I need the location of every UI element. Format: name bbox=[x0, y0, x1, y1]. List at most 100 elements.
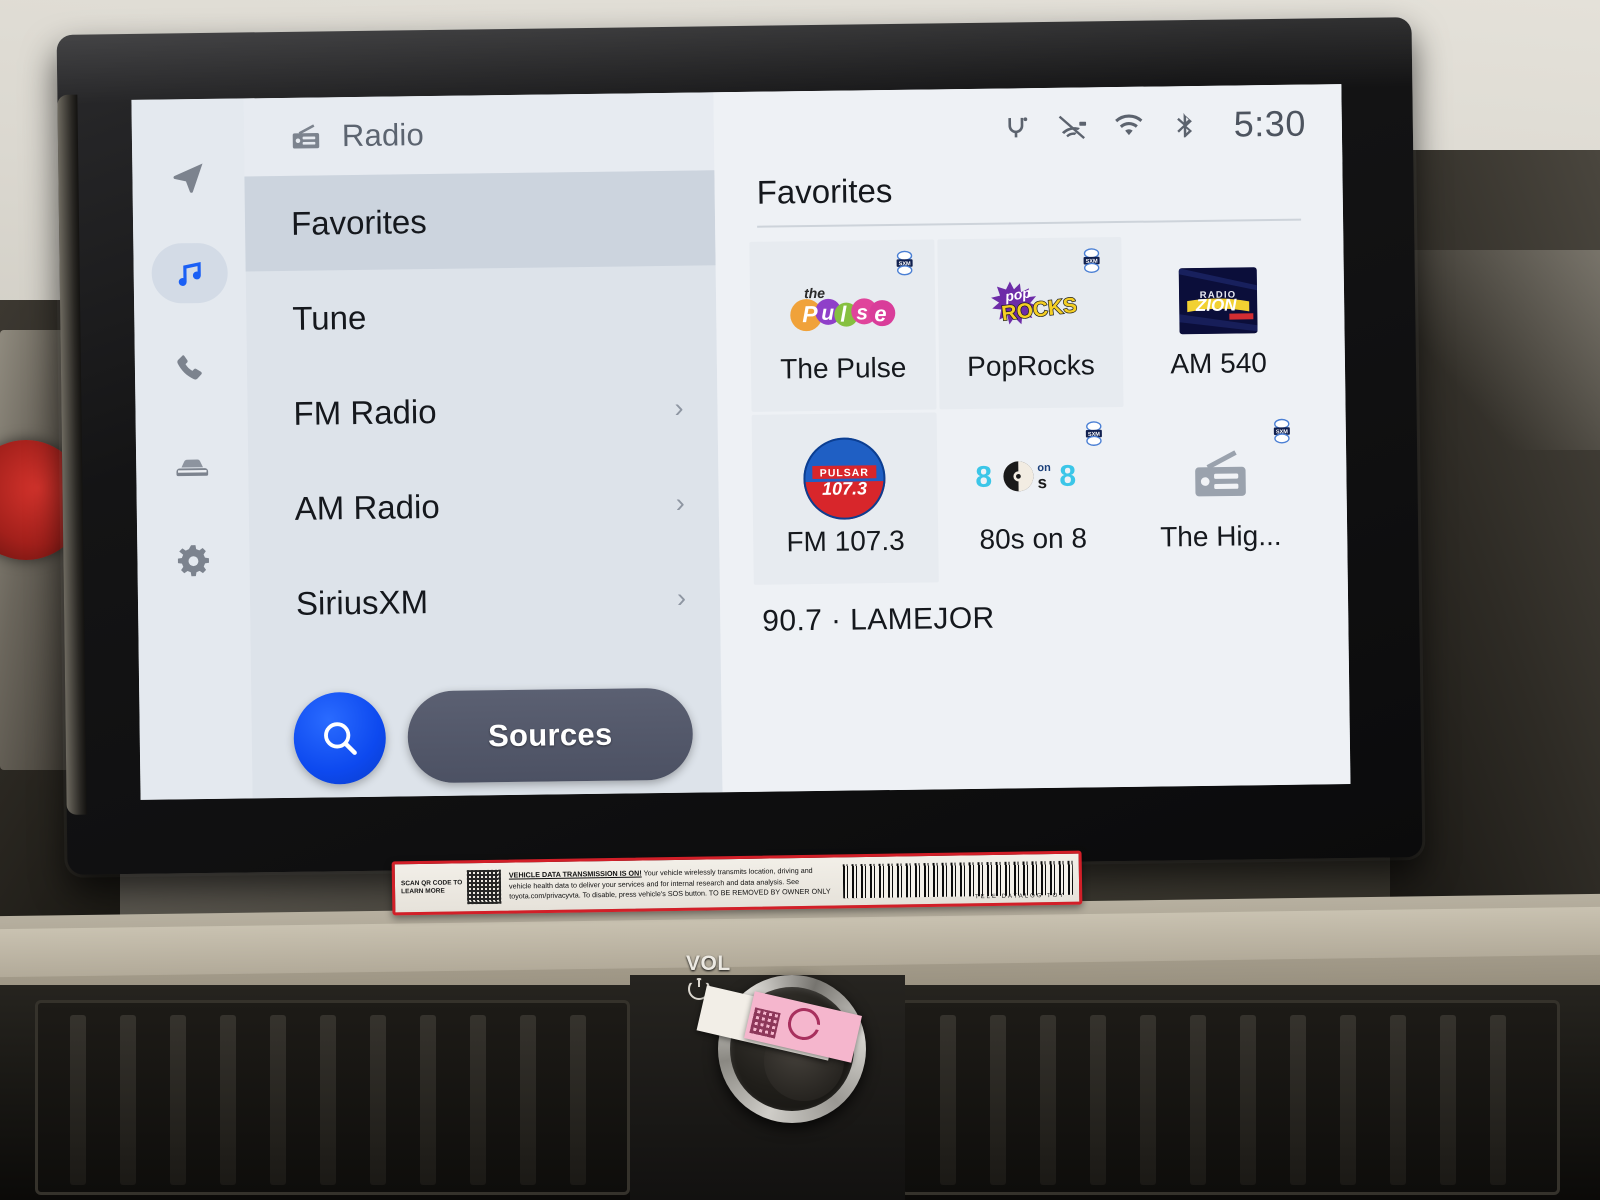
sidebar-item-phone[interactable] bbox=[153, 339, 230, 400]
vent-slat bbox=[220, 1015, 236, 1185]
siriusxm-badge-icon: SXM bbox=[1083, 247, 1100, 273]
right-dash-highlight bbox=[1400, 250, 1600, 450]
menu-item-am-radio[interactable]: AM Radio › bbox=[248, 455, 719, 556]
search-icon bbox=[324, 722, 357, 755]
vent-slat bbox=[940, 1015, 956, 1185]
vent-slat bbox=[370, 1015, 386, 1185]
favorites-panel: 5:30 Favorites SXM the P u l s e The Pul… bbox=[713, 84, 1351, 793]
vent-slat bbox=[120, 1015, 136, 1185]
vent-slat bbox=[1040, 1015, 1056, 1185]
radio-menu-panel: Radio Favorites Tune FM Radio › AM Radio… bbox=[243, 92, 723, 799]
sources-button[interactable]: Sources bbox=[407, 687, 694, 784]
bluetooth-icon bbox=[1177, 112, 1192, 138]
svg-text:8: 8 bbox=[1059, 459, 1076, 492]
app-rail bbox=[131, 98, 253, 800]
now-playing-station: 90.7 · LAMEJOR bbox=[762, 601, 995, 638]
pulsar-1073-logo: PULSAR 107.3 bbox=[803, 436, 887, 520]
chevron-right-icon: › bbox=[675, 487, 685, 518]
80s-on-8-logo: 8 on s 8 bbox=[975, 459, 1076, 493]
the-pulse-logo: the P u l s e bbox=[790, 284, 896, 331]
menu-bottom-bar: Sources bbox=[251, 674, 723, 798]
sidebar-item-navigation[interactable] bbox=[150, 147, 227, 208]
favorite-tile[interactable]: SXM 8 on s 8 80s on 8 bbox=[939, 409, 1127, 582]
siriusxm-badge-icon: SXM bbox=[896, 250, 913, 275]
favorites-grid: SXM the P u l s e The Pulse SXM pop ROCK… bbox=[715, 220, 1348, 585]
vent-slat bbox=[1340, 1015, 1356, 1185]
svg-text:8: 8 bbox=[975, 460, 992, 493]
gear-icon bbox=[177, 545, 209, 577]
favorite-tile-label: FM 107.3 bbox=[786, 524, 905, 557]
vent-slat bbox=[170, 1015, 186, 1185]
sticker-scan-text: SCAN QR CODE TO LEARN MORE bbox=[400, 879, 463, 896]
panel-title: Radio bbox=[341, 117, 425, 154]
menu-item-label: FM Radio bbox=[293, 392, 437, 432]
station-logo: PULSAR 107.3 bbox=[803, 436, 887, 520]
sidebar-item-media[interactable] bbox=[151, 242, 229, 304]
sticker-headline: VEHICLE DATA TRANSMISSION IS ON! bbox=[508, 868, 642, 880]
vent-slat bbox=[470, 1015, 486, 1185]
infotainment-screen[interactable]: Radio Favorites Tune FM Radio › AM Radio… bbox=[131, 84, 1351, 800]
favorite-tile[interactable]: SXM the P u l s e The Pulse bbox=[749, 238, 937, 412]
status-bar: 5:30 bbox=[713, 84, 1343, 171]
vent-slat bbox=[1240, 1015, 1256, 1185]
favorites-title-wrap: Favorites bbox=[714, 162, 1342, 212]
vent-slat bbox=[1490, 1015, 1506, 1185]
menu-item-tune[interactable]: Tune bbox=[246, 265, 717, 366]
svg-text:s: s bbox=[1037, 472, 1047, 491]
favorite-tile-label: The Hig... bbox=[1159, 519, 1282, 552]
qi-wireless-charging-icon bbox=[1008, 117, 1028, 138]
sticker-qr-code-icon bbox=[466, 869, 502, 905]
car-icon bbox=[176, 459, 209, 477]
wifi-icon bbox=[1115, 114, 1143, 136]
sidebar-item-settings[interactable] bbox=[155, 531, 232, 592]
sidebar-item-vehicle[interactable] bbox=[154, 435, 231, 496]
svg-text:ZION: ZION bbox=[1194, 295, 1237, 315]
vent-slat bbox=[270, 1015, 286, 1185]
menu-item-siriusxm[interactable]: SiriusXM › bbox=[249, 550, 720, 651]
favorite-tile-label: PopRocks bbox=[966, 348, 1095, 382]
navigation-arrow-icon bbox=[173, 163, 203, 193]
svg-text:P: P bbox=[802, 300, 818, 326]
sticker-footer: TO BE REMOVED BY OWNER ONLY bbox=[708, 886, 831, 898]
favorite-tile-label: AM 540 bbox=[1170, 346, 1268, 379]
vent-slat bbox=[990, 1015, 1006, 1185]
svg-text:e: e bbox=[874, 301, 887, 326]
vehicle-data-sticker: SCAN QR CODE TO LEARN MORE VEHICLE DATA … bbox=[391, 850, 1083, 916]
clock: 5:30 bbox=[1233, 102, 1307, 145]
vent-slat bbox=[1190, 1015, 1206, 1185]
menu-item-favorites[interactable]: Favorites bbox=[244, 170, 716, 272]
infotainment-bezel: Radio Favorites Tune FM Radio › AM Radio… bbox=[56, 17, 1423, 875]
generic-radio-logo bbox=[1194, 449, 1246, 496]
sources-button-label: Sources bbox=[487, 716, 613, 754]
svg-text:the: the bbox=[804, 284, 825, 300]
favorite-tile[interactable]: PULSAR 107.3 FM 107.3 bbox=[751, 411, 939, 585]
vent-slat bbox=[1290, 1015, 1306, 1185]
siriusxm-badge-icon: SXM bbox=[1273, 418, 1290, 443]
chevron-right-icon: › bbox=[676, 582, 687, 613]
favorite-tile[interactable]: SXM The Hig... bbox=[1126, 407, 1314, 580]
radio-zion-logo: RADIO ZION bbox=[1178, 266, 1258, 334]
music-note-icon bbox=[178, 261, 201, 286]
connected-services-off-icon bbox=[1058, 115, 1086, 139]
station-logo bbox=[1189, 436, 1252, 511]
favorites-title: Favorites bbox=[756, 171, 893, 211]
menu-item-label: SiriusXM bbox=[295, 582, 429, 622]
svg-text:u: u bbox=[821, 301, 834, 324]
menu-item-label: Tune bbox=[292, 298, 367, 337]
chevron-right-icon: › bbox=[674, 392, 684, 423]
favorite-tile[interactable]: SXM pop ROCKS PopRocks bbox=[936, 236, 1124, 409]
station-logo: RADIO ZION bbox=[1178, 263, 1258, 338]
vent-slat bbox=[1140, 1015, 1156, 1185]
search-button[interactable] bbox=[293, 691, 387, 785]
svg-text:107.3: 107.3 bbox=[822, 478, 867, 499]
siriusxm-badge-icon: SXM bbox=[1086, 420, 1103, 446]
station-logo: the P u l s e bbox=[782, 267, 903, 343]
vent-slat bbox=[1390, 1015, 1406, 1185]
vent-slat bbox=[520, 1015, 536, 1185]
volume-label: VOL bbox=[686, 952, 731, 975]
menu-item-fm-radio[interactable]: FM Radio › bbox=[247, 360, 718, 461]
station-logo: pop ROCKS bbox=[980, 265, 1081, 340]
favorite-tile[interactable]: RADIO ZION AM 540 bbox=[1124, 234, 1312, 407]
vent-slat bbox=[70, 1015, 86, 1185]
panel-header: Radio bbox=[243, 92, 715, 177]
